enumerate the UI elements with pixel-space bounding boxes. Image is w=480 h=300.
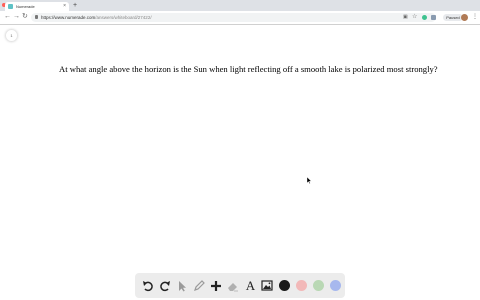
back-icon[interactable]: ← <box>4 13 11 21</box>
text-tool-label: A <box>245 278 256 293</box>
color-swatch <box>313 280 325 291</box>
new-tab-button[interactable]: + <box>73 2 77 9</box>
tab-title: Numerade <box>16 4 35 9</box>
tab-close-icon[interactable]: × <box>63 4 66 9</box>
color-green-swatch[interactable] <box>311 277 327 294</box>
lock-icon <box>35 15 38 19</box>
redo-icon[interactable] <box>157 277 173 294</box>
menu-kebab-icon[interactable]: ⋮ <box>472 13 478 21</box>
address-bar: ← → ↻ https://www.numerade.com/answers/w… <box>0 11 480 25</box>
forward-icon[interactable]: → <box>13 13 20 21</box>
url-text: https://www.numerade.com/answers/whitebo… <box>41 14 152 21</box>
color-swatch <box>296 280 308 291</box>
color-swatch <box>330 280 342 291</box>
eraser-icon[interactable] <box>225 277 241 294</box>
extension-gray-icon[interactable] <box>431 15 436 20</box>
pointer-icon[interactable] <box>174 277 190 294</box>
color-pink-swatch[interactable] <box>294 277 310 294</box>
url-field[interactable]: https://www.numerade.com/answers/whitebo… <box>31 13 436 22</box>
color-blue-swatch[interactable] <box>328 277 344 294</box>
reload-icon[interactable]: ↻ <box>22 13 28 21</box>
extension-green-icon[interactable] <box>422 15 427 20</box>
browser-tab[interactable]: Numerade × <box>5 2 69 11</box>
camera-icon[interactable]: ▣ <box>403 14 408 21</box>
profile-paused-button[interactable]: Paused <box>443 14 463 21</box>
image-icon[interactable] <box>260 277 276 294</box>
undo-icon[interactable] <box>140 277 156 294</box>
url-domain: https://www.numerade.com <box>41 15 96 20</box>
mouse-cursor-icon <box>307 177 312 184</box>
question-text: At what angle above the horizon is the S… <box>59 64 438 74</box>
color-swatch <box>279 280 291 291</box>
url-path: /answers/whiteboard/27422/ <box>95 15 152 20</box>
avatar[interactable] <box>461 14 468 21</box>
page-number-badge[interactable]: 1 <box>5 29 18 42</box>
pen-icon[interactable] <box>191 277 207 294</box>
add-icon[interactable] <box>208 277 224 294</box>
browser-tab-bar: Numerade × + <box>0 0 480 11</box>
color-black-swatch[interactable] <box>277 277 293 294</box>
bookmark-star-icon[interactable]: ☆ <box>412 13 417 21</box>
text-icon[interactable]: A <box>242 277 258 294</box>
whiteboard-toolbar: A <box>135 273 345 298</box>
numerade-favicon-icon <box>8 4 13 9</box>
